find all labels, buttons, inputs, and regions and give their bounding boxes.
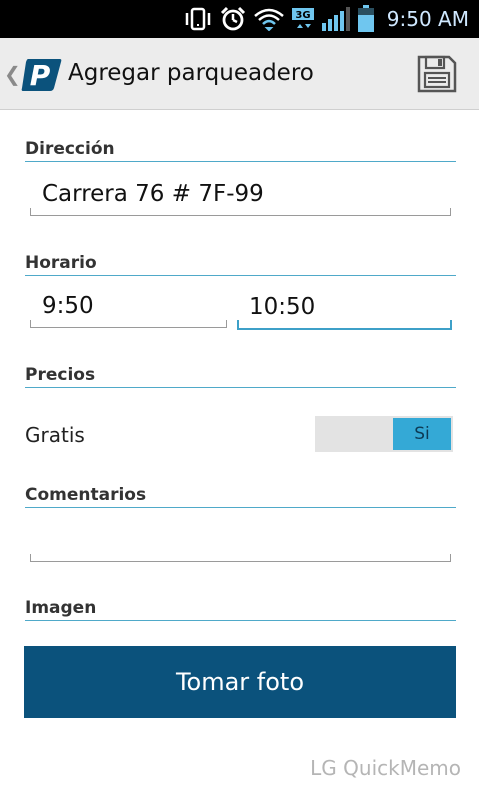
app-logo-letter: P [30,59,51,92]
address-value: Carrera 76 # 7F-99 [42,181,264,207]
status-bar: 3G 9:50 AM [0,0,479,38]
schedule-end-value: 10:50 [249,294,316,320]
alarm-icon [219,6,247,32]
vibrate-icon [183,7,213,31]
section-comments-label: Comentarios [25,485,456,508]
back-chevron-icon[interactable]: ❮ [4,62,21,86]
save-button[interactable] [416,54,458,94]
page-title: Agregar parqueadero [68,60,314,86]
free-label: Gratis [25,423,85,447]
comments-input[interactable] [30,516,451,562]
wifi-icon [253,7,285,31]
schedule-end-input[interactable]: 10:50 [237,284,452,330]
take-photo-button[interactable]: Tomar foto [24,646,456,718]
address-input[interactable]: Carrera 76 # 7F-99 [30,168,451,216]
free-toggle-thumb: Si [393,418,451,450]
app-logo-icon[interactable]: P [20,55,62,97]
schedule-start-value: 9:50 [42,293,94,319]
signal-icon [321,6,351,32]
battery-icon [357,5,375,33]
quickmemo-watermark: LG QuickMemo [310,756,461,780]
section-image-label: Imagen [25,598,456,621]
section-address-label: Dirección [25,139,456,162]
save-icon [417,55,457,93]
status-time: 9:50 AM [386,7,469,31]
section-schedule-label: Horario [25,253,456,276]
network-3g-label: 3G [295,10,310,21]
action-bar: ❮ P Agregar parqueadero [0,38,479,110]
section-prices-label: Precios [25,365,456,388]
network-3g-icon: 3G [291,6,315,32]
schedule-start-input[interactable]: 9:50 [30,284,227,328]
free-toggle[interactable]: Si [315,416,453,452]
